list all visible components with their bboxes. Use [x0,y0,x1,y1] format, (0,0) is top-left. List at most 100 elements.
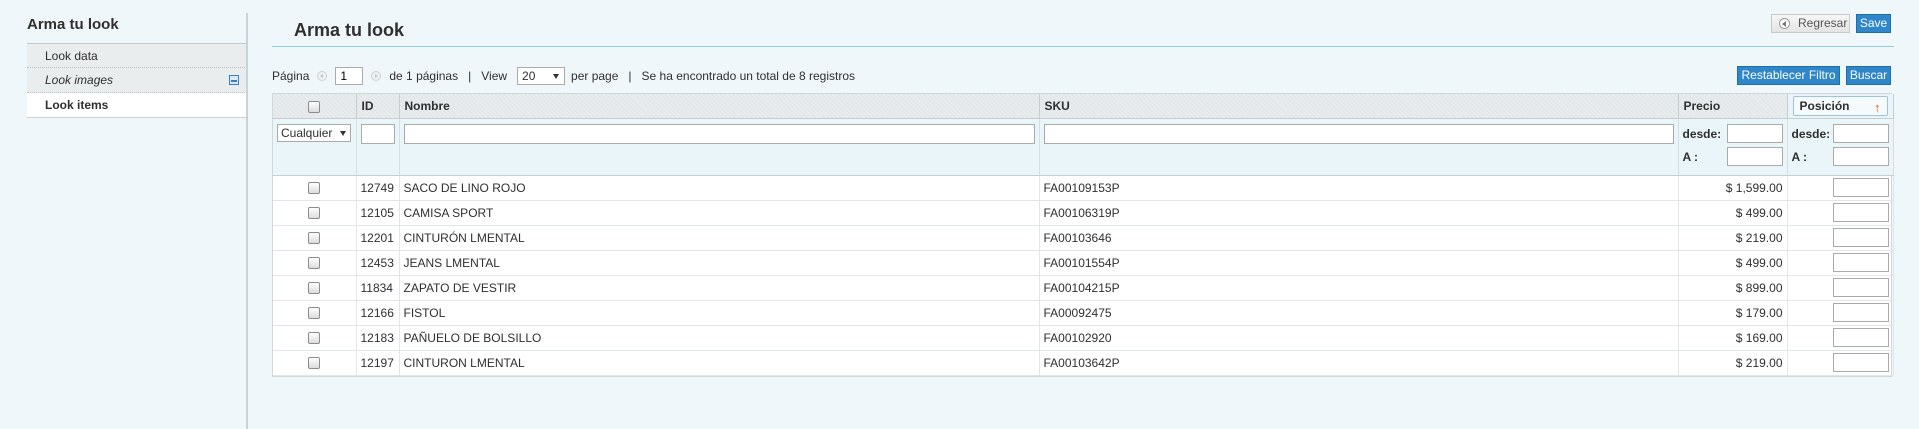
row-checkbox[interactable] [308,232,321,245]
table-row[interactable]: 11834 ZAPATO DE VESTIR FA00104215P $ 899.00 [273,275,1894,301]
position-from-input[interactable] [1832,124,1889,143]
row-sku: FA00109153P [1039,175,1679,201]
row-checkbox[interactable] [308,207,321,220]
sidebar-item-label: Look images [45,73,114,87]
row-sku: FA00104215P [1039,275,1679,301]
row-checkbox[interactable] [308,257,321,270]
filter-sku-input[interactable] [1043,123,1674,144]
table-row[interactable]: 12453 JEANS LMENTAL FA00101554P $ 499.00 [273,250,1894,276]
row-price: $ 899.00 [1678,275,1788,301]
items-grid: ID Nombre SKU Precio Posición ↑ Cualquie… [272,93,1894,377]
records-total-text: Se ha encontrado un total de 8 registros [641,69,856,83]
table-row[interactable]: 12197 CINTURON LMENTAL FA00103642P $ 219.00 [273,350,1894,376]
select-all-header [273,94,357,119]
sidebar-item-look-images[interactable]: Look images [27,68,247,93]
column-header-price[interactable]: Precio [1678,94,1788,119]
filter-select-value: Cualquier [281,125,333,140]
row-select-cell [273,200,357,226]
row-sku: FA00103646 [1039,225,1679,251]
row-id: 12453 [356,250,400,276]
select-all-checkbox[interactable] [308,100,321,113]
back-button[interactable]: Regresar [1771,14,1850,33]
row-price: $ 179.00 [1678,300,1788,326]
save-icon [229,75,239,85]
filter-cell-position: desde: A : [1787,118,1894,176]
previous-page-icon[interactable] [317,71,328,81]
sidebar-item-look-items[interactable]: Look items [27,93,247,118]
row-position-input[interactable] [1832,353,1889,372]
row-name: JEANS LMENTAL [399,250,1040,276]
filter-id-input[interactable] [360,123,395,144]
page-number-input[interactable] [335,67,364,85]
row-id: 12197 [356,350,400,376]
price-from-label: desde: [1682,126,1722,141]
row-position-input[interactable] [1832,328,1889,347]
table-row[interactable]: 12201 CINTURÓN LMENTAL FA00103646 $ 219.00 [273,225,1894,251]
row-name: CINTURÓN LMENTAL [399,225,1040,251]
next-page-icon[interactable] [371,71,382,81]
column-header-sku[interactable]: SKU [1039,94,1679,119]
table-row[interactable]: 12749 SACO DE LINO ROJO FA00109153P $ 1,599… [273,175,1894,201]
row-position-input[interactable] [1832,303,1889,322]
row-name: FISTOL [399,300,1040,326]
row-position-cell [1787,175,1894,201]
table-row[interactable]: 12166 FISTOL FA00092475 $ 179.00 [273,300,1894,326]
filter-select-any[interactable]: Cualquier [277,123,351,142]
row-price: $ 219.00 [1678,225,1788,251]
row-name: CAMISA SPORT [399,200,1040,226]
row-checkbox[interactable] [308,307,321,320]
save-button[interactable]: Save [1856,14,1891,33]
back-button-label: Regresar [1798,16,1848,30]
pager-separator: | [468,69,472,83]
column-header-id[interactable]: ID [356,94,400,119]
price-from-input[interactable] [1726,124,1783,143]
column-header-position[interactable]: Posición ↑ [1787,94,1894,119]
view-label: View [481,69,508,83]
column-header-name[interactable]: Nombre [399,94,1040,119]
row-sku: FA00106319P [1039,200,1679,226]
title-divider [272,46,1894,47]
row-position-input[interactable] [1832,178,1889,197]
row-checkbox[interactable] [308,332,321,345]
row-select-cell [273,350,357,376]
back-arrow-icon [1779,18,1790,29]
pager: Página de 1 páginas | View 20 per page |… [272,67,855,85]
row-price: $ 169.00 [1678,325,1788,351]
position-from-label: desde: [1791,126,1831,141]
position-to-label: A : [1791,149,1808,164]
row-position-cell [1787,275,1894,301]
sidebar-divider [246,13,248,429]
row-select-cell [273,300,357,326]
row-position-cell [1787,300,1894,326]
sort-ascending-icon: ↑ [1874,99,1881,115]
sidebar-item-look-data[interactable]: Look data [27,43,247,68]
table-row[interactable]: 12105 CAMISA SPORT FA00106319P $ 499.00 [273,200,1894,226]
row-id: 12201 [356,225,400,251]
reset-filter-button[interactable]: Restablecer Filtro [1737,66,1840,85]
pager-separator: | [628,69,632,83]
filter-name-input[interactable] [403,123,1035,144]
row-select-cell [273,175,357,201]
row-position-input[interactable] [1832,278,1889,297]
search-button[interactable]: Buscar [1846,66,1891,85]
sidebar-nav: Look data Look images Look items [27,43,247,118]
row-position-input[interactable] [1832,203,1889,222]
row-position-cell [1787,225,1894,251]
row-checkbox[interactable] [308,357,321,370]
row-sku: FA00101554P [1039,250,1679,276]
column-header-position-label: Posición [1799,98,1850,113]
per-page-select[interactable]: 20 [517,67,566,85]
row-checkbox[interactable] [308,182,321,195]
row-position-input[interactable] [1832,228,1889,247]
position-to-input[interactable] [1832,147,1889,166]
row-position-input[interactable] [1832,253,1889,272]
row-sku: FA00102920 [1039,325,1679,351]
row-id: 12183 [356,325,400,351]
table-row[interactable]: 12183 PAÑUELO DE BOLSILLO FA00102920 $ 169.… [273,325,1894,351]
row-position-cell [1787,200,1894,226]
row-name: SACO DE LINO ROJO [399,175,1040,201]
price-to-input[interactable] [1726,147,1783,166]
row-sku: FA00092475 [1039,300,1679,326]
row-sku: FA00103642P [1039,350,1679,376]
row-checkbox[interactable] [308,282,321,295]
